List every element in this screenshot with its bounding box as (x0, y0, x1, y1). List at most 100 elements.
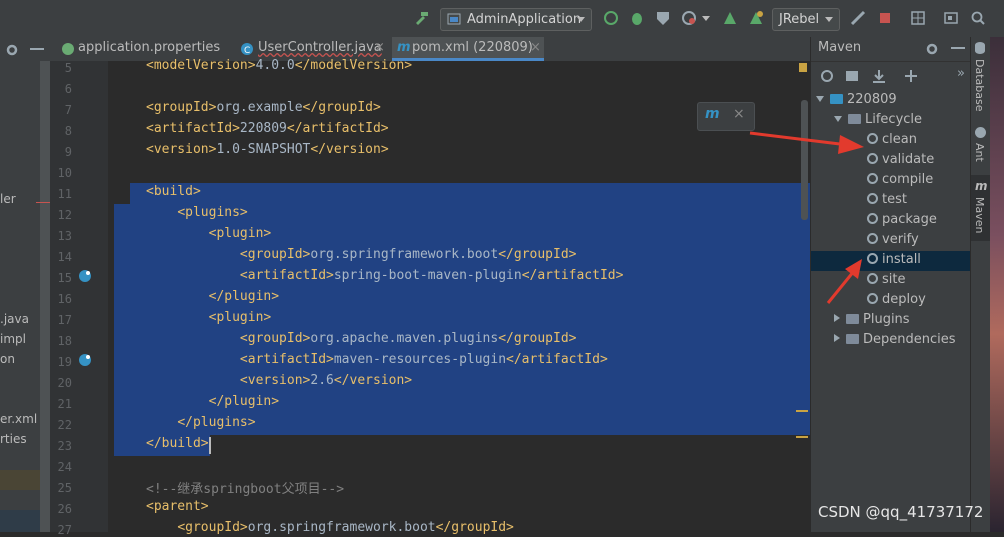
jrebel-debug-icon[interactable] (748, 10, 764, 26)
warning-marker (796, 410, 808, 412)
maven-goal-package[interactable]: package (867, 212, 937, 227)
maven-goal-validate[interactable]: validate (867, 152, 934, 167)
code-line: <parent> (146, 499, 209, 514)
code-line: <groupId>org.springframework.boot</group… (177, 520, 514, 535)
selection-highlight (130, 183, 810, 204)
project-tree-item[interactable]: ler (0, 192, 16, 206)
maven-goal-test[interactable]: test (867, 192, 907, 207)
rerun-icon[interactable] (603, 10, 619, 26)
code-line: <version>2.6</version> (239, 373, 413, 388)
gear-icon[interactable] (925, 41, 939, 60)
code-line: <groupId>org.springframework.boot</group… (239, 247, 577, 262)
folder-icon (846, 314, 859, 324)
generate-sources-icon[interactable] (845, 68, 861, 88)
warning-marker[interactable] (799, 63, 807, 72)
code-line: <artifactId>maven-resources-plugin</arti… (239, 352, 608, 367)
watermark-text: CSDN @qq_41737172 (818, 503, 984, 521)
tree-label: test (882, 192, 907, 207)
tree-label: compile (882, 172, 934, 187)
project-structure-icon[interactable] (910, 10, 926, 26)
scrollbar[interactable] (40, 61, 50, 532)
text-cursor (209, 437, 211, 454)
jrebel-select[interactable]: JRebel (772, 8, 840, 31)
gear-icon[interactable] (5, 42, 19, 61)
maven-goal-clean[interactable]: clean (867, 132, 917, 147)
line-number: 10 (57, 166, 72, 180)
line-number: 7 (64, 103, 72, 117)
maven-project-icon (830, 94, 843, 104)
line-number: 9 (64, 145, 72, 159)
profile-icon[interactable] (681, 10, 697, 26)
tab-pom-xml[interactable]: m pom.xml (220809) × (392, 37, 544, 61)
maven-goal-install[interactable]: install (867, 252, 921, 267)
tree-label: validate (882, 152, 935, 167)
download-icon[interactable] (871, 68, 887, 88)
jrebel-run-icon[interactable] (722, 10, 738, 26)
line-number: 11 (57, 187, 72, 201)
divider (811, 61, 971, 62)
minimize-icon[interactable] (30, 48, 44, 50)
chevron-down-icon (816, 96, 824, 102)
maven-plugins-node[interactable]: Plugins (834, 312, 910, 327)
maven-project-node[interactable]: 220809 (816, 92, 897, 107)
run-configuration-select[interactable]: AdminApplication (440, 8, 592, 31)
chevron-down-icon[interactable] (701, 10, 717, 26)
close-icon[interactable]: × (374, 40, 385, 55)
tab-label: pom.xml (220809) (412, 40, 533, 55)
project-tree-item[interactable]: er.xml (0, 412, 37, 426)
presentation-icon[interactable] (943, 10, 959, 26)
spring-bean-gutter-icon[interactable] (78, 352, 92, 371)
search-icon[interactable] (970, 10, 986, 26)
spring-bean-gutter-icon[interactable] (78, 268, 92, 287)
tree-label: Dependencies (863, 332, 956, 347)
application-icon (447, 13, 461, 25)
maven-goal-deploy[interactable]: deploy (867, 292, 926, 307)
code-line: <modelVersion>4.0.0</modelVersion> (146, 58, 413, 73)
tree-label: package (882, 212, 937, 227)
maven-goal-site[interactable]: site (867, 272, 905, 287)
tool-tab-maven[interactable]: Maven (973, 197, 986, 233)
line-number: 25 (57, 481, 72, 495)
close-icon[interactable]: × (733, 106, 745, 122)
project-tree-item[interactable]: impl (0, 332, 26, 346)
maven-reload-icon[interactable]: m (705, 106, 720, 122)
project-tree-item[interactable]: rties (0, 432, 27, 446)
tab-label: UserController.java (258, 40, 382, 55)
svg-text:C: C (244, 46, 250, 56)
line-number: 19 (57, 355, 72, 369)
error-marker (36, 202, 50, 203)
line-number: 8 (64, 124, 72, 138)
code-line: </plugin> (208, 394, 280, 409)
build-hammer-icon[interactable] (413, 10, 429, 26)
minimize-icon[interactable] (951, 47, 965, 49)
properties-file-icon (62, 43, 74, 55)
line-number: 24 (57, 460, 72, 474)
editor-scrollbar[interactable] (801, 100, 808, 220)
maven-goal-verify[interactable]: verify (867, 232, 919, 247)
line-number: 22 (57, 418, 72, 432)
close-icon[interactable]: × (530, 40, 541, 55)
maven-dependencies-node[interactable]: Dependencies (834, 332, 956, 347)
stop-icon[interactable] (877, 10, 893, 26)
project-tree-item[interactable]: on (0, 352, 15, 366)
code-line: <!--继承springboot父项目--> (146, 482, 345, 497)
tab-label: application.properties (78, 40, 221, 55)
more-icon[interactable]: » (957, 66, 965, 81)
tool-tab-ant[interactable]: Ant (973, 143, 986, 162)
gear-icon (867, 213, 878, 224)
run-hammer-icon[interactable] (850, 10, 866, 26)
debug-bug-icon[interactable] (629, 10, 645, 26)
chevron-down-icon (834, 116, 842, 122)
line-number: 6 (64, 82, 72, 96)
project-tree-item[interactable]: .java (0, 312, 29, 326)
folder-icon (846, 334, 859, 344)
coverage-shield-icon[interactable] (655, 10, 671, 26)
tool-tab-database[interactable]: Database (973, 59, 986, 112)
gear-icon (867, 173, 878, 184)
add-icon[interactable] (903, 68, 919, 88)
line-number: 5 (64, 61, 72, 75)
code-line: <version>1.0-SNAPSHOT</version> (146, 142, 389, 157)
reload-icon[interactable] (819, 68, 835, 88)
maven-goal-compile[interactable]: compile (867, 172, 933, 187)
line-number: 20 (57, 376, 72, 390)
